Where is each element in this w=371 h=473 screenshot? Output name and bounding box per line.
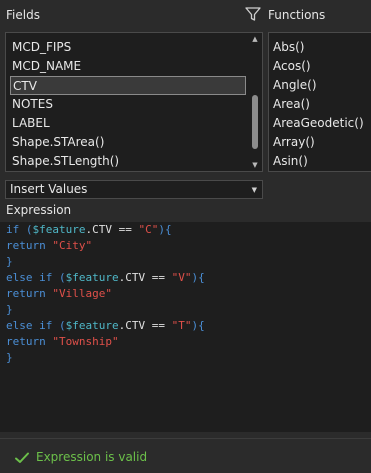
code-line: else if ($feature.CTV == "V"){ [6, 270, 205, 286]
code-token: "Township" [52, 335, 119, 348]
code-token: ( [52, 319, 66, 332]
filter-icon[interactable] [245, 6, 261, 22]
code-token: } [6, 351, 13, 364]
code-token: "V" [171, 271, 192, 284]
field-item[interactable]: MCD_FIPS [10, 38, 246, 57]
code-line: else if ($feature.CTV == "T"){ [6, 318, 205, 334]
function-item[interactable]: Angle() [273, 76, 317, 95]
field-item[interactable]: LABEL [10, 114, 246, 133]
fields-scrollbar[interactable]: ▲ ▼ [248, 33, 262, 171]
code-line: } [6, 350, 13, 366]
scroll-down-arrow-icon[interactable]: ▼ [248, 159, 262, 171]
functions-header: Functions [268, 8, 326, 22]
code-token: $feature [65, 319, 119, 332]
status-message: Expression is valid [36, 450, 148, 464]
code-token: ( [52, 271, 66, 284]
code-token: .CTV == [118, 271, 172, 284]
code-token: return [6, 239, 46, 252]
chevron-down-icon: ▼ [251, 186, 257, 194]
function-item[interactable]: Area() [273, 95, 310, 114]
field-item[interactable]: CTV [10, 76, 246, 95]
function-item[interactable]: Asin() [273, 152, 308, 171]
code-token: } [6, 255, 13, 268]
function-item[interactable]: Acos() [273, 57, 311, 76]
code-token: ){ [191, 271, 205, 284]
code-token: ){ [191, 319, 205, 332]
field-item[interactable]: MCD_NAME [10, 57, 246, 76]
fields-list[interactable]: ▲ ▼ MCD_FIPS MCD_NAME CTV NOTES LABEL Shape.S… [5, 32, 263, 172]
code-line: return "City" [6, 238, 92, 254]
code-line: } [6, 302, 13, 318]
expression-header: Expression [6, 203, 72, 217]
scroll-up-arrow-icon[interactable]: ▲ [248, 33, 262, 45]
code-token: return [6, 287, 46, 300]
code-token: "C" [138, 223, 159, 236]
insert-values-dropdown[interactable]: Insert Values ▼ [5, 180, 263, 199]
code-line: if ($feature.CTV == "C"){ [6, 222, 172, 238]
checkmark-icon [14, 450, 30, 464]
code-line: } [6, 254, 13, 270]
code-token: "Village" [52, 287, 112, 300]
code-token: else if [6, 319, 53, 332]
status-divider [0, 438, 371, 439]
function-item[interactable]: Abs() [273, 38, 304, 57]
fields-header: Fields [6, 8, 40, 22]
code-token: "City" [52, 239, 93, 252]
function-item[interactable]: Array() [273, 133, 315, 152]
code-token: return [6, 335, 46, 348]
code-token: $feature [65, 271, 119, 284]
field-item[interactable]: NOTES [10, 95, 246, 114]
field-item[interactable]: Shape.STArea() [10, 133, 246, 152]
code-token: $feature [32, 223, 86, 236]
code-token: else if [6, 271, 53, 284]
function-item[interactable]: AreaGeodetic() [273, 114, 364, 133]
field-item[interactable]: Shape.STLength() [10, 152, 246, 171]
code-token: if [6, 223, 20, 236]
code-token: ( [19, 223, 33, 236]
code-token: .CTV == [118, 319, 172, 332]
code-line: return "Village" [6, 286, 112, 302]
code-token: "T" [171, 319, 192, 332]
scrollbar-thumb[interactable] [252, 95, 258, 149]
code-token: } [6, 303, 13, 316]
code-token: .CTV == [85, 223, 139, 236]
functions-list[interactable]: Abs() Acos() Angle() Area() AreaGeodetic() Ar… [268, 32, 371, 172]
insert-values-label: Insert Values [10, 182, 88, 196]
expression-editor[interactable]: if ($feature.CTV == "C"){return "City"} e… [0, 222, 371, 432]
code-line: return "Township" [6, 334, 119, 350]
code-token: ){ [158, 223, 172, 236]
